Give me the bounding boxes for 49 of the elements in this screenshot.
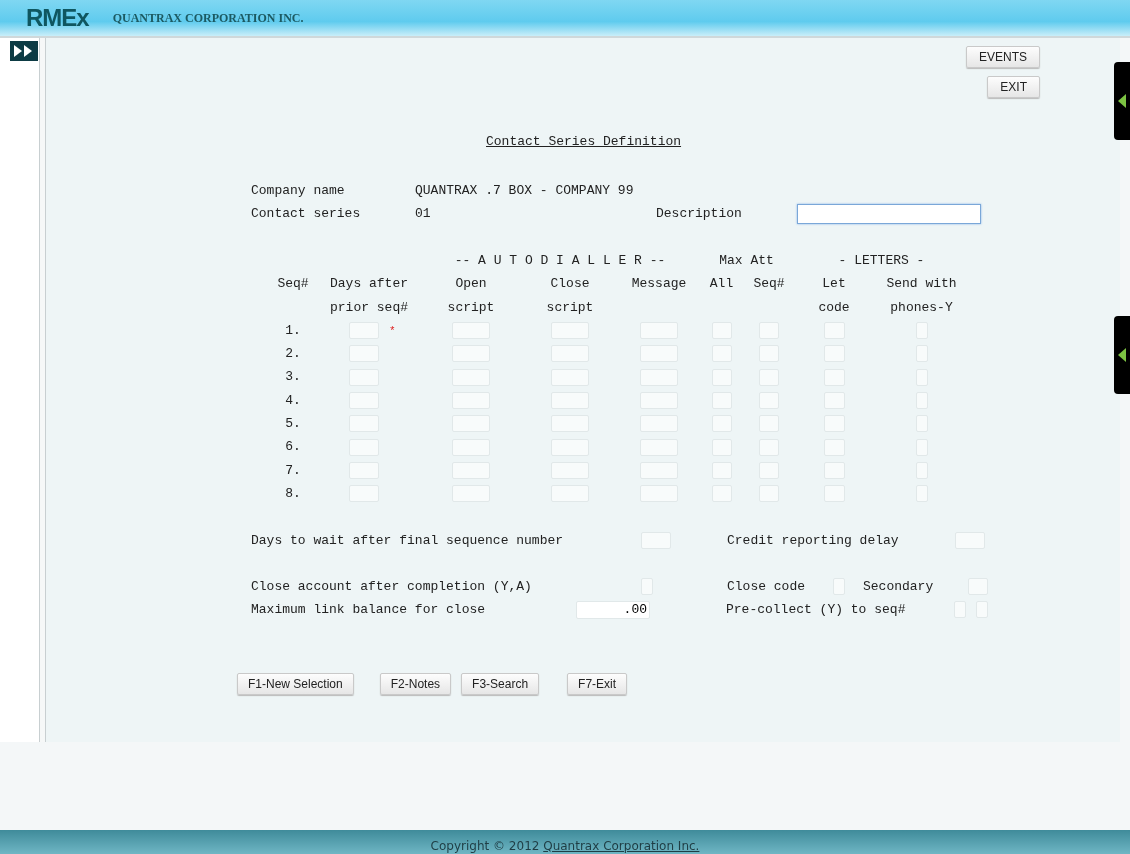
column-heading: Close script [545, 275, 595, 317]
collapse-tab-icon[interactable] [1114, 62, 1130, 140]
sequence-number: 3. [284, 368, 302, 387]
field-label: Days to wait after final sequence number [251, 533, 565, 549]
collapse-tab-icon[interactable] [1114, 316, 1130, 394]
expand-icon[interactable] [10, 41, 38, 61]
logo: RMEx [26, 4, 89, 32]
function-key-button[interactable]: F2-Notes [379, 673, 452, 696]
sequence-number: 8. [284, 484, 302, 503]
column-heading: Seq# [752, 275, 786, 294]
column-group-heading: - LETTERS - [837, 252, 926, 270]
sequence-number: 4. [284, 391, 302, 410]
column-heading: Let code [817, 275, 851, 317]
company-name: QUANTRAX CORPORATION INC. [112, 10, 304, 26]
sequence-number: 2. [284, 345, 302, 364]
field-label: Secondary [863, 579, 935, 595]
sequence-number: 5. [284, 415, 302, 434]
top-button[interactable]: EVENTS [966, 46, 1040, 68]
field-label: Close code [727, 579, 806, 595]
top-button[interactable]: EXIT [987, 76, 1040, 98]
balance-field[interactable]: .00 [576, 600, 650, 619]
function-key-button[interactable]: F1-New Selection [237, 673, 354, 696]
required-mark: * [389, 324, 396, 337]
field-label: Description [656, 206, 743, 221]
form-title: Contact Series Definition [486, 134, 683, 149]
function-key-button[interactable]: F3-Search [461, 673, 540, 696]
column-heading: Days after prior seq# [329, 275, 409, 317]
company-link[interactable]: Quantrax Corporation Inc. [543, 839, 700, 853]
column-group-heading: -- A U T O D I A L L E R -- [453, 252, 667, 270]
description-field[interactable] [797, 203, 981, 224]
column-heading: Seq# [276, 275, 310, 294]
field-label: Pre-collect (Y) to seq# [726, 602, 907, 618]
field-label: Close account after completion (Y,A) [251, 579, 533, 595]
column-group-heading: Max Att [718, 252, 775, 270]
field-label: Company name [251, 183, 346, 198]
column-heading: All [708, 275, 735, 294]
field-label: Maximum link balance for close [251, 602, 487, 618]
field-value: 01 [415, 206, 432, 221]
field-label: Credit reporting delay [727, 533, 900, 549]
field-label: Contact series [251, 206, 362, 221]
sequence-number: 7. [284, 461, 302, 480]
column-heading: Open script [446, 275, 496, 317]
sequence-number: 6. [284, 438, 302, 457]
copyright-text: Copyright © 2012 Quantrax Corporation Inc. [430, 838, 700, 854]
column-heading: Send with phones-Y [885, 275, 958, 317]
function-key-button[interactable]: F7-Exit [567, 673, 628, 696]
sequence-number: 1. [284, 321, 302, 340]
column-heading: Message [630, 275, 688, 294]
field-value: QUANTRAX .7 BOX - COMPANY 99 [415, 183, 634, 198]
